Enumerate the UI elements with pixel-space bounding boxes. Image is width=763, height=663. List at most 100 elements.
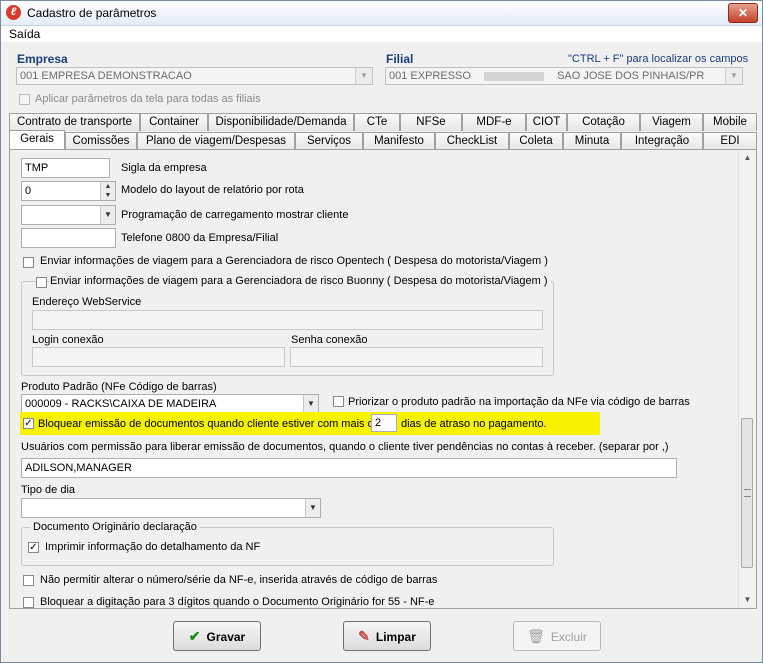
tab-minuta[interactable]: Minuta — [563, 132, 621, 150]
limpar-button[interactable]: ✎ Limpar — [343, 621, 431, 651]
tab-row-1: Contrato de transporte Container Disponi… — [9, 113, 757, 131]
scroll-up-icon[interactable]: ▲ — [739, 150, 756, 166]
tab-mobile[interactable]: Mobile — [703, 113, 757, 131]
produto-select[interactable]: 000009 - RACKS\CAIXA DE MADEIRA ▼ — [21, 394, 319, 414]
sigla-label: Sigla da empresa — [121, 162, 207, 174]
tab-integracao[interactable]: Integração — [621, 132, 703, 150]
vertical-scrollbar[interactable]: ▲ ▼ — [738, 150, 756, 608]
trash-icon: 🗑 — [527, 628, 545, 644]
priorizar-checkbox[interactable] — [333, 396, 344, 407]
redacted-block — [484, 71, 544, 81]
aplicar-label: Aplicar parâmetros da tela para todas as… — [35, 93, 261, 105]
menu-bar: Saída — [1, 26, 762, 42]
main-window: ℓ Cadastro de parâmetros ✕ Saída Empresa… — [0, 0, 763, 663]
grip-icon — [744, 489, 751, 497]
tab-nfse[interactable]: NFSe — [400, 113, 462, 131]
senha-label: Senha conexão — [291, 334, 368, 346]
login-label: Login conexão — [32, 334, 104, 346]
programacao-select[interactable]: ▼ — [21, 205, 116, 225]
filial-value-suffix: SAO JOSE DOS PINHAIS/PR — [557, 70, 705, 82]
nao-permitir-checkbox[interactable] — [23, 575, 34, 586]
priorizar-label: Priorizar o produto padrão na importação… — [348, 396, 690, 408]
login-input[interactable] — [32, 347, 285, 367]
doc-originario-label: Documento Originário declaração — [30, 521, 200, 533]
scroll-down-icon[interactable]: ▼ — [739, 592, 756, 608]
imprimir-checkbox[interactable]: ✓ — [28, 542, 39, 553]
close-window-button[interactable]: ✕ — [728, 3, 758, 23]
senha-input[interactable] — [290, 347, 543, 367]
tab-disponibilidade-demanda[interactable]: Disponibilidade/Demanda — [208, 113, 354, 131]
shortcut-hint: "CTRL + F" para localizar os campos — [568, 53, 749, 65]
filial-select[interactable]: 001 EXPRESSO SAO JOSE DOS PINHAIS/PR ▼ — [385, 67, 743, 85]
chevron-down-icon: ▼ — [725, 68, 742, 84]
footer-bar: ✔ Gravar ✎ Limpar 🗑 Excluir — [1, 611, 762, 662]
programacao-label: Programação de carregamento mostrar clie… — [121, 209, 349, 221]
scrollbar-thumb[interactable] — [741, 418, 753, 568]
header-panel: Empresa 001 EMPRESA DEMONSTRACAO ▼ Filia… — [1, 42, 762, 113]
opentech-label: Enviar informações de viagem para a Gere… — [40, 255, 548, 267]
usuarios-input[interactable]: ADILSON,MANAGER — [21, 458, 677, 478]
usuarios-label: Usuários com permissão para liberar emis… — [21, 441, 669, 453]
layout-value: 0 — [25, 185, 32, 197]
layout-stepper[interactable]: 0 ▲ ▼ — [21, 181, 116, 201]
tipo-dia-label: Tipo de dia — [21, 484, 76, 496]
dias-input[interactable]: 2 — [371, 414, 397, 432]
produto-label: Produto Padrão (NFe Código de barras) — [21, 381, 217, 393]
empresa-label: Empresa — [17, 52, 68, 66]
chevron-down-icon: ▼ — [100, 206, 115, 224]
tab-row-2: Gerais Comissões Plano de viagem/Despesa… — [9, 130, 757, 150]
excluir-button[interactable]: 🗑 Excluir — [513, 621, 601, 651]
nao-permitir-label: Não permitir alterar o número/série da N… — [40, 574, 438, 586]
tab-manifesto[interactable]: Manifesto — [363, 132, 435, 150]
tab-contrato-transporte[interactable]: Contrato de transporte — [9, 113, 140, 131]
buonny-checkbox[interactable] — [36, 277, 47, 288]
produto-value: 000009 - RACKS\CAIXA DE MADEIRA — [25, 398, 217, 410]
filial-label: Filial — [386, 52, 414, 66]
chevron-down-icon: ▼ — [303, 395, 318, 413]
filial-value-prefix: 001 EXPRESSO — [389, 70, 471, 82]
tab-plano-viagem-despesas[interactable]: Plano de viagem/Despesas — [137, 132, 295, 150]
eraser-icon: ✎ — [358, 628, 370, 644]
telefone-label: Telefone 0800 da Empresa/Filial — [121, 232, 279, 244]
tab-cotacao[interactable]: Cotação — [567, 113, 640, 131]
menu-saida[interactable]: Saída — [9, 27, 40, 41]
sigla-input[interactable]: TMP — [21, 158, 110, 178]
tipo-dia-select[interactable]: ▼ — [21, 498, 321, 518]
tab-edi[interactable]: EDI — [703, 132, 757, 150]
excluir-label: Excluir — [550, 630, 587, 644]
tab-ciot[interactable]: CIOT — [526, 113, 567, 131]
tab-cte[interactable]: CTe — [354, 113, 400, 131]
endereco-ws-label: Endereço WebService — [32, 296, 142, 308]
empresa-select[interactable]: 001 EMPRESA DEMONSTRACAO ▼ — [16, 67, 373, 85]
tab-coleta[interactable]: Coleta — [509, 132, 563, 150]
endereco-ws-input[interactable] — [32, 310, 543, 330]
imprimir-label: Imprimir informação do detalhamento da N… — [45, 541, 261, 553]
app-logo-icon: ℓ — [6, 5, 21, 20]
chevron-down-icon: ▼ — [355, 68, 372, 84]
buonny-label: Enviar informações de viagem para a Gere… — [50, 275, 551, 287]
check-icon: ✔ — [188, 628, 201, 644]
tab-mdfe[interactable]: MDF-e — [462, 113, 526, 131]
layout-label: Modelo do layout de relatório por rota — [121, 184, 304, 196]
opentech-checkbox[interactable] — [23, 257, 34, 268]
bloquear-label-after: dias de atraso no pagamento. — [401, 418, 547, 430]
tab-comissoes[interactable]: Comissões — [65, 132, 137, 150]
aplicar-checkbox[interactable] — [19, 94, 30, 105]
spin-arrows-icon[interactable]: ▲ ▼ — [100, 182, 115, 200]
tab-checklist[interactable]: CheckList — [435, 132, 509, 150]
tab-gerais[interactable]: Gerais — [9, 130, 65, 150]
limpar-label: Limpar — [375, 630, 416, 644]
tab-container[interactable]: Container — [140, 113, 208, 131]
telefone-input[interactable] — [21, 228, 116, 248]
bloquear-checkbox[interactable]: ✓ — [23, 418, 34, 429]
empresa-value: 001 EMPRESA DEMONSTRACAO — [20, 70, 192, 82]
tab-servicos[interactable]: Serviços — [295, 132, 363, 150]
bloquear-digitacao-label: Bloquear a digitação para 3 dígitos quan… — [40, 596, 435, 608]
window-title: Cadastro de parâmetros — [27, 6, 157, 20]
bloquear-digitacao-checkbox[interactable] — [23, 597, 34, 608]
tab-viagem[interactable]: Viagem — [640, 113, 703, 131]
chevron-down-icon: ▼ — [305, 499, 320, 517]
title-bar: ℓ Cadastro de parâmetros ✕ — [1, 1, 762, 26]
gravar-button[interactable]: ✔ Gravar — [173, 621, 261, 651]
bloquear-label-before: Bloquear emissão de documentos quando cl… — [38, 418, 380, 430]
